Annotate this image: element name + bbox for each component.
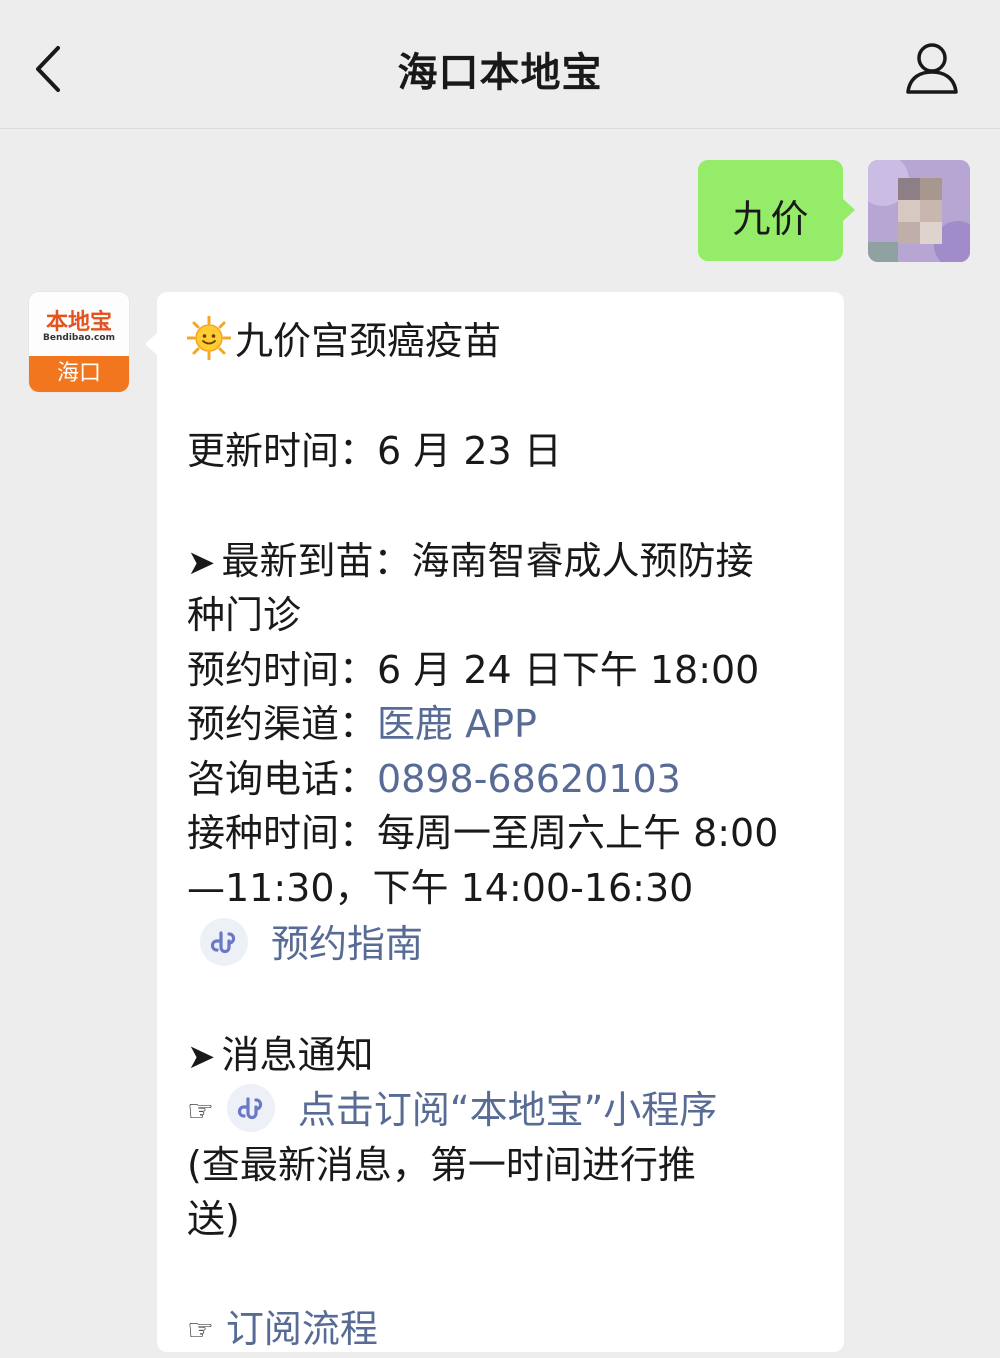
mini-program-icon — [199, 917, 249, 967]
booking-guide-text: 预约指南 — [271, 922, 424, 966]
pointing-hand-icon: ☞ — [187, 1313, 214, 1348]
arrow-right-icon: ➤ — [187, 543, 216, 583]
booking-channel-label: 预约渠道： — [187, 702, 378, 746]
message-heading-line: 九价宫颈癌疫苗 — [186, 314, 502, 368]
booking-channel-line: 预约渠道：医鹿 APP — [187, 697, 537, 751]
phone-line: 咨询电话：0898-68620103 — [187, 752, 681, 806]
booking-channel-link[interactable]: 医鹿 APP — [377, 702, 537, 746]
notice-heading: 消息通知 — [221, 1033, 374, 1077]
bot-avatar[interactable]: 本地宝 Bendibao.com 海口 — [29, 292, 129, 392]
subscribe-flow-text: 订阅流程 — [225, 1307, 378, 1351]
mini-program-icon — [226, 1083, 276, 1133]
phone-label: 咨询电话： — [187, 757, 378, 801]
vaccination-time: 接种时间：每周一至周六上午 8:00 — [187, 811, 779, 855]
pointing-hand-icon: ☞ — [187, 1094, 214, 1129]
booking-time: 预约时间：6 月 24 日下午 18:00 — [187, 648, 760, 692]
latest-arrival-text: 最新到苗：海南智睿成人预防接 — [221, 539, 754, 583]
sun-emoji-icon — [186, 315, 232, 361]
vaccination-time-continued: —11:30，下午 14:00-16:30 — [187, 866, 694, 910]
bot-logo-city: 海口 — [29, 356, 129, 392]
booking-guide-link[interactable]: 预约指南 — [199, 917, 423, 971]
phone-link[interactable]: 0898-68620103 — [377, 757, 681, 801]
arrow-right-icon: ➤ — [187, 1037, 216, 1077]
profile-button[interactable] — [902, 38, 962, 98]
bot-logo-name: 本地宝 — [45, 309, 112, 335]
person-icon — [906, 43, 958, 94]
user-message-text: 九价 — [732, 197, 809, 241]
user-avatar[interactable] — [868, 160, 970, 262]
latest-arrival-continued: 种门诊 — [187, 593, 302, 637]
blurred-avatar-image — [868, 160, 970, 262]
update-time: 更新时间：6 月 23 日 — [187, 429, 562, 473]
bot-logo: 本地宝 Bendibao.com — [29, 292, 129, 356]
page-title: 海口本地宝 — [397, 50, 603, 96]
subscribe-link-text: 点击订阅“本地宝”小程序 — [297, 1088, 718, 1132]
subscribe-link[interactable]: ☞ 点击订阅“本地宝”小程序 — [187, 1083, 717, 1139]
bot-message-bubble: 九价宫颈癌疫苗 更新时间：6 月 23 日 ➤ 最新到苗：海南智睿成人预防接 种门… — [145, 292, 844, 1352]
subscribe-note-continued: 送) — [187, 1197, 240, 1241]
latest-arrival-line: ➤ 最新到苗：海南智睿成人预防接 — [187, 534, 754, 590]
notice-heading-line: ➤ 消息通知 — [187, 1028, 374, 1084]
user-message-bubble[interactable]: 九价 — [698, 160, 855, 261]
bot-logo-domain: Bendibao.com — [43, 333, 115, 343]
top-nav-bar: 海口本地宝 — [0, 0, 1000, 129]
message-heading: 九价宫颈癌疫苗 — [235, 319, 502, 363]
subscribe-flow-link[interactable]: ☞ 订阅流程 — [187, 1302, 378, 1358]
subscribe-note: (查最新消息，第一时间进行推 — [187, 1143, 696, 1187]
